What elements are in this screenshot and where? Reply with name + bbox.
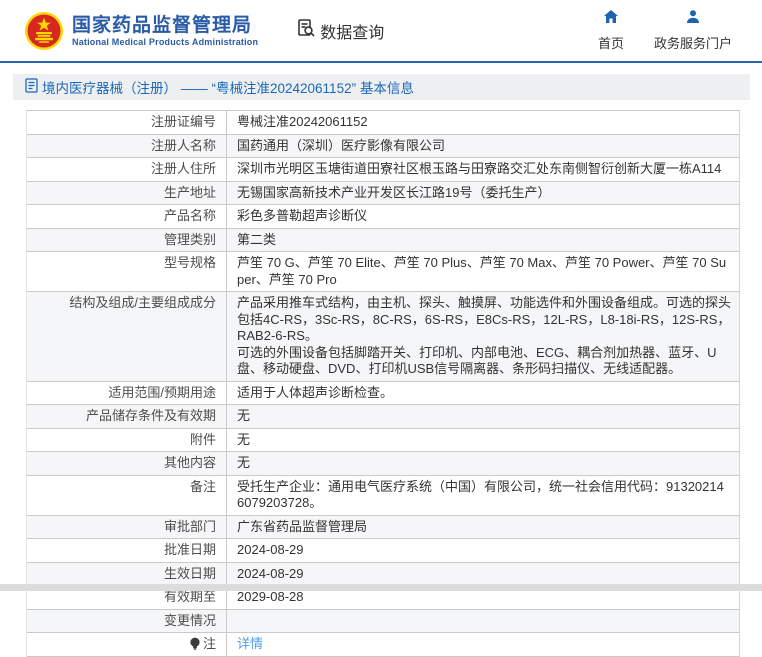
table-row: 型号规格 芦笙 70 G、芦笙 70 Elite、芦笙 70 Plus、芦笙 7… xyxy=(27,252,739,292)
data-query-label: 数据查询 xyxy=(320,24,385,42)
national-emblem-icon xyxy=(24,11,64,51)
nav-gov-portal[interactable]: 政务服务门户 xyxy=(654,9,732,52)
row-value: 广东省药品监督管理局 xyxy=(237,518,368,534)
row-label: 审批部门 xyxy=(27,515,227,538)
row-value: 无 xyxy=(237,455,251,470)
table-row: 审批部门 广东省药品监督管理局 xyxy=(27,515,739,539)
table-row: 注册人住所 深圳市光明区玉塘街道田寮社区根玉路与田寮路交汇处东南侧智衍创新大厦一… xyxy=(27,158,739,182)
detail-link[interactable]: 详情 xyxy=(237,636,263,651)
row-label: 型号规格 xyxy=(27,252,227,291)
row-value: 无 xyxy=(237,408,251,423)
nav-home[interactable]: 首页 xyxy=(598,9,624,52)
table-row: 注 详情 xyxy=(27,632,739,657)
table-row: 适用范围/预期用途 适用于人体超声诊断检查。 xyxy=(27,381,739,405)
table-row: 其他内容 无 xyxy=(27,452,739,476)
site-subtitle: National Medical Products Administration xyxy=(72,36,259,47)
row-value: 2024-08-29 xyxy=(237,565,304,581)
home-icon xyxy=(603,9,619,33)
row-label: 变更情况 xyxy=(27,609,227,632)
row-value: 彩色多普勒超声诊断仪 xyxy=(237,208,368,223)
row-value: 粤械注准20242061152 xyxy=(237,114,368,129)
breadcrumb: 境内医疗器械（注册） —— “粤械注准20242061152” 基本信息 xyxy=(13,74,750,100)
info-table: 注册证编号 粤械注准20242061152 注册人名称 国药通用（深圳）医疗影像… xyxy=(26,110,740,657)
table-row: 产品名称 彩色多普勒超声诊断仪 xyxy=(27,205,739,229)
row-value: 深圳市光明区玉塘街道田寮社区根玉路与田寮路交汇处东南侧智衍创新大厦一栋A114 xyxy=(237,161,722,176)
document-icon xyxy=(25,78,42,96)
row-value: 第二类 xyxy=(237,231,277,247)
footer-strip xyxy=(0,584,762,591)
table-row: 变更情况 xyxy=(27,609,739,633)
row-label: 其他内容 xyxy=(27,452,227,475)
row-label: 生效日期 xyxy=(27,562,227,585)
row-label: 产品名称 xyxy=(27,205,227,228)
row-label: 注 xyxy=(27,632,227,656)
row-value: 适用于人体超声诊断检查。 xyxy=(237,384,394,400)
breadcrumb-text: 境内医疗器械（注册） —— “粤械注准20242061152” 基本信息 xyxy=(42,81,414,96)
data-query-tab[interactable]: 数据查询 xyxy=(296,18,384,43)
row-value: 详情 xyxy=(227,633,739,656)
table-row: 备注 受托生产企业：通用电气医疗系统（中国）有限公司，统一社会信用代码：9132… xyxy=(27,475,739,516)
row-label: 生产地址 xyxy=(27,181,227,204)
header: 国家药品监督管理局 National Medical Products Admi… xyxy=(0,0,762,63)
row-value: 2024-08-29 xyxy=(237,542,304,557)
row-label: 注册人住所 xyxy=(27,158,227,181)
row-value: 芦笙 70 G、芦笙 70 Elite、芦笙 70 Plus、芦笙 70 Max… xyxy=(237,255,727,287)
row-value: 无锡国家高新技术产业开发区长江路19号（委托生产） xyxy=(237,184,551,200)
row-value: 无 xyxy=(237,431,251,447)
row-value xyxy=(227,610,739,632)
row-label: 适用范围/预期用途 xyxy=(27,381,227,404)
table-row: 生产地址 无锡国家高新技术产业开发区长江路19号（委托生产） xyxy=(27,181,739,205)
row-label: 结构及组成/主要组成成分 xyxy=(27,292,227,381)
table-row: 结构及组成/主要组成成分 产品采用推车式结构，由主机、探头、触摸屏、功能选件和外… xyxy=(27,292,739,382)
table-row: 管理类别 第二类 xyxy=(27,228,739,252)
row-value: 受托生产企业：通用电气医疗系统（中国）有限公司，统一社会信用代码：9132021… xyxy=(237,478,724,511)
bulb-icon xyxy=(189,637,201,653)
nmpa-logo: 国家药品监督管理局 National Medical Products Admi… xyxy=(24,11,258,51)
user-icon xyxy=(685,9,701,33)
row-label: 附件 xyxy=(27,428,227,451)
document-search-icon xyxy=(296,18,316,43)
logo-text: 国家药品监督管理局 National Medical Products Admi… xyxy=(72,15,258,47)
row-label: 管理类别 xyxy=(27,228,227,251)
table-row: 生效日期 2024-08-29 xyxy=(27,562,739,586)
nav-home-label: 首页 xyxy=(597,36,624,51)
row-label: 产品储存条件及有效期 xyxy=(27,405,227,428)
table-row: 注册人名称 国药通用（深圳）医疗影像有限公司 xyxy=(27,134,739,158)
table-row: 附件 无 xyxy=(27,428,739,452)
row-label: 批准日期 xyxy=(27,539,227,562)
row-value: 国药通用（深圳）医疗影像有限公司 xyxy=(237,137,446,153)
header-nav: 首页 政务服务门户 xyxy=(598,9,746,52)
site-title: 国家药品监督管理局 xyxy=(72,14,253,36)
row-value: 产品采用推车式结构，由主机、探头、触摸屏、功能选件和外围设备组成。可选的探头包括… xyxy=(237,295,732,376)
table-row: 批准日期 2024-08-29 xyxy=(27,539,739,563)
row-label: 注册人名称 xyxy=(27,134,227,157)
nav-gov-portal-label: 政务服务门户 xyxy=(653,36,732,51)
row-label: 备注 xyxy=(27,475,227,515)
table-row: 产品储存条件及有效期 无 xyxy=(27,405,739,429)
table-row: 注册证编号 粤械注准20242061152 xyxy=(27,111,739,135)
row-label: 注册证编号 xyxy=(27,111,227,134)
